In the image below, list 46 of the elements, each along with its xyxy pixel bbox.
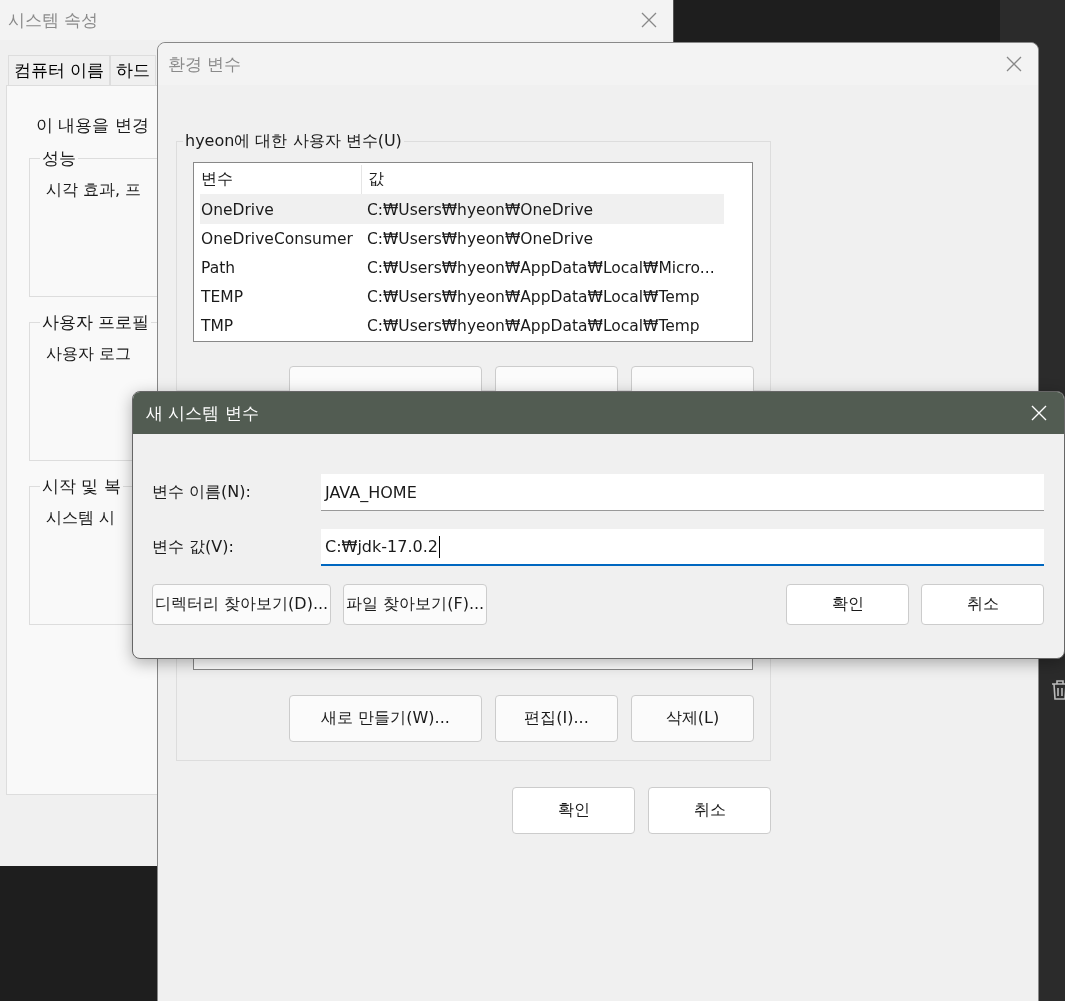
list-row[interactable]: Path C:₩Users₩hyeon₩AppData₩Local₩Micro... bbox=[200, 253, 724, 282]
variable-name: TMP bbox=[200, 316, 235, 335]
group-title: 시작 및 복 bbox=[41, 475, 122, 498]
group-text: 사용자 로그 bbox=[46, 344, 133, 365]
tab[interactable]: 하드 bbox=[110, 55, 157, 85]
variable-name: Path bbox=[200, 258, 237, 277]
button[interactable]: 취소 bbox=[921, 584, 1044, 625]
column-header[interactable]: 값 bbox=[362, 165, 384, 194]
button[interactable]: 삭제(L) bbox=[631, 695, 754, 742]
variable-value: C:₩Users₩hyeon₩AppData₩Local₩Micro... bbox=[366, 258, 715, 277]
close-icon[interactable] bbox=[1006, 56, 1022, 72]
window-title: 시스템 속성 bbox=[8, 8, 100, 32]
list-row[interactable]: TMP C:₩Users₩hyeon₩AppData₩Local₩Temp bbox=[200, 311, 724, 340]
close-icon[interactable] bbox=[641, 12, 657, 28]
button[interactable]: 새로 만들기(W)... bbox=[289, 695, 482, 742]
variable-value: C:₩Users₩hyeon₩AppData₩Local₩Temp bbox=[366, 287, 700, 306]
list-row[interactable]: TEMP C:₩Users₩hyeon₩AppData₩Local₩Temp bbox=[200, 282, 724, 311]
input-field[interactable]: JAVA_HOME bbox=[321, 474, 1044, 511]
button[interactable]: 취소 bbox=[648, 787, 771, 834]
variable-value: C:₩Users₩hyeon₩OneDrive bbox=[366, 229, 594, 248]
trash-icon[interactable] bbox=[1050, 679, 1065, 701]
field-label: 변수 이름(N): bbox=[152, 482, 252, 503]
group-text: 시스템 시 bbox=[46, 508, 117, 529]
list-row[interactable]: OneDrive C:₩Users₩hyeon₩OneDrive bbox=[200, 195, 724, 224]
group-title: 사용자 프로필 bbox=[41, 311, 151, 334]
intro-text: 이 내용을 변경 bbox=[36, 114, 150, 137]
group-title: hyeon에 대한 사용자 변수(U) bbox=[184, 131, 403, 152]
list-row[interactable]: OneDriveConsumer C:₩Users₩hyeon₩OneDrive bbox=[200, 224, 724, 253]
variable-value: C:₩Users₩hyeon₩AppData₩Local₩Temp bbox=[366, 316, 700, 335]
button[interactable]: 확인 bbox=[512, 787, 635, 834]
tab[interactable]: 컴퓨터 이름 bbox=[8, 55, 111, 85]
window-title: 환경 변수 bbox=[168, 52, 243, 76]
variable-name: OneDriveConsumer bbox=[200, 229, 354, 248]
variable-value: C:₩Users₩hyeon₩OneDrive bbox=[366, 200, 594, 219]
button[interactable]: 파일 찾아보기(F)... bbox=[343, 584, 488, 625]
input-field[interactable]: C:₩jdk-17.0.2 bbox=[321, 529, 1044, 566]
variable-name: OneDrive bbox=[200, 200, 275, 219]
button[interactable]: 디렉터리 찾아보기(D)... bbox=[152, 584, 332, 625]
button[interactable]: 편집(I)... bbox=[495, 695, 618, 742]
group-text: 시각 효과, 프 bbox=[46, 180, 143, 201]
variable-name: TEMP bbox=[200, 287, 244, 306]
group-title: 성능 bbox=[41, 147, 77, 170]
window-title: 새 시스템 변수 bbox=[146, 401, 260, 425]
column-header[interactable]: 변수 bbox=[200, 165, 362, 194]
button[interactable]: 확인 bbox=[786, 584, 909, 625]
field-label: 변수 값(V): bbox=[152, 537, 235, 558]
